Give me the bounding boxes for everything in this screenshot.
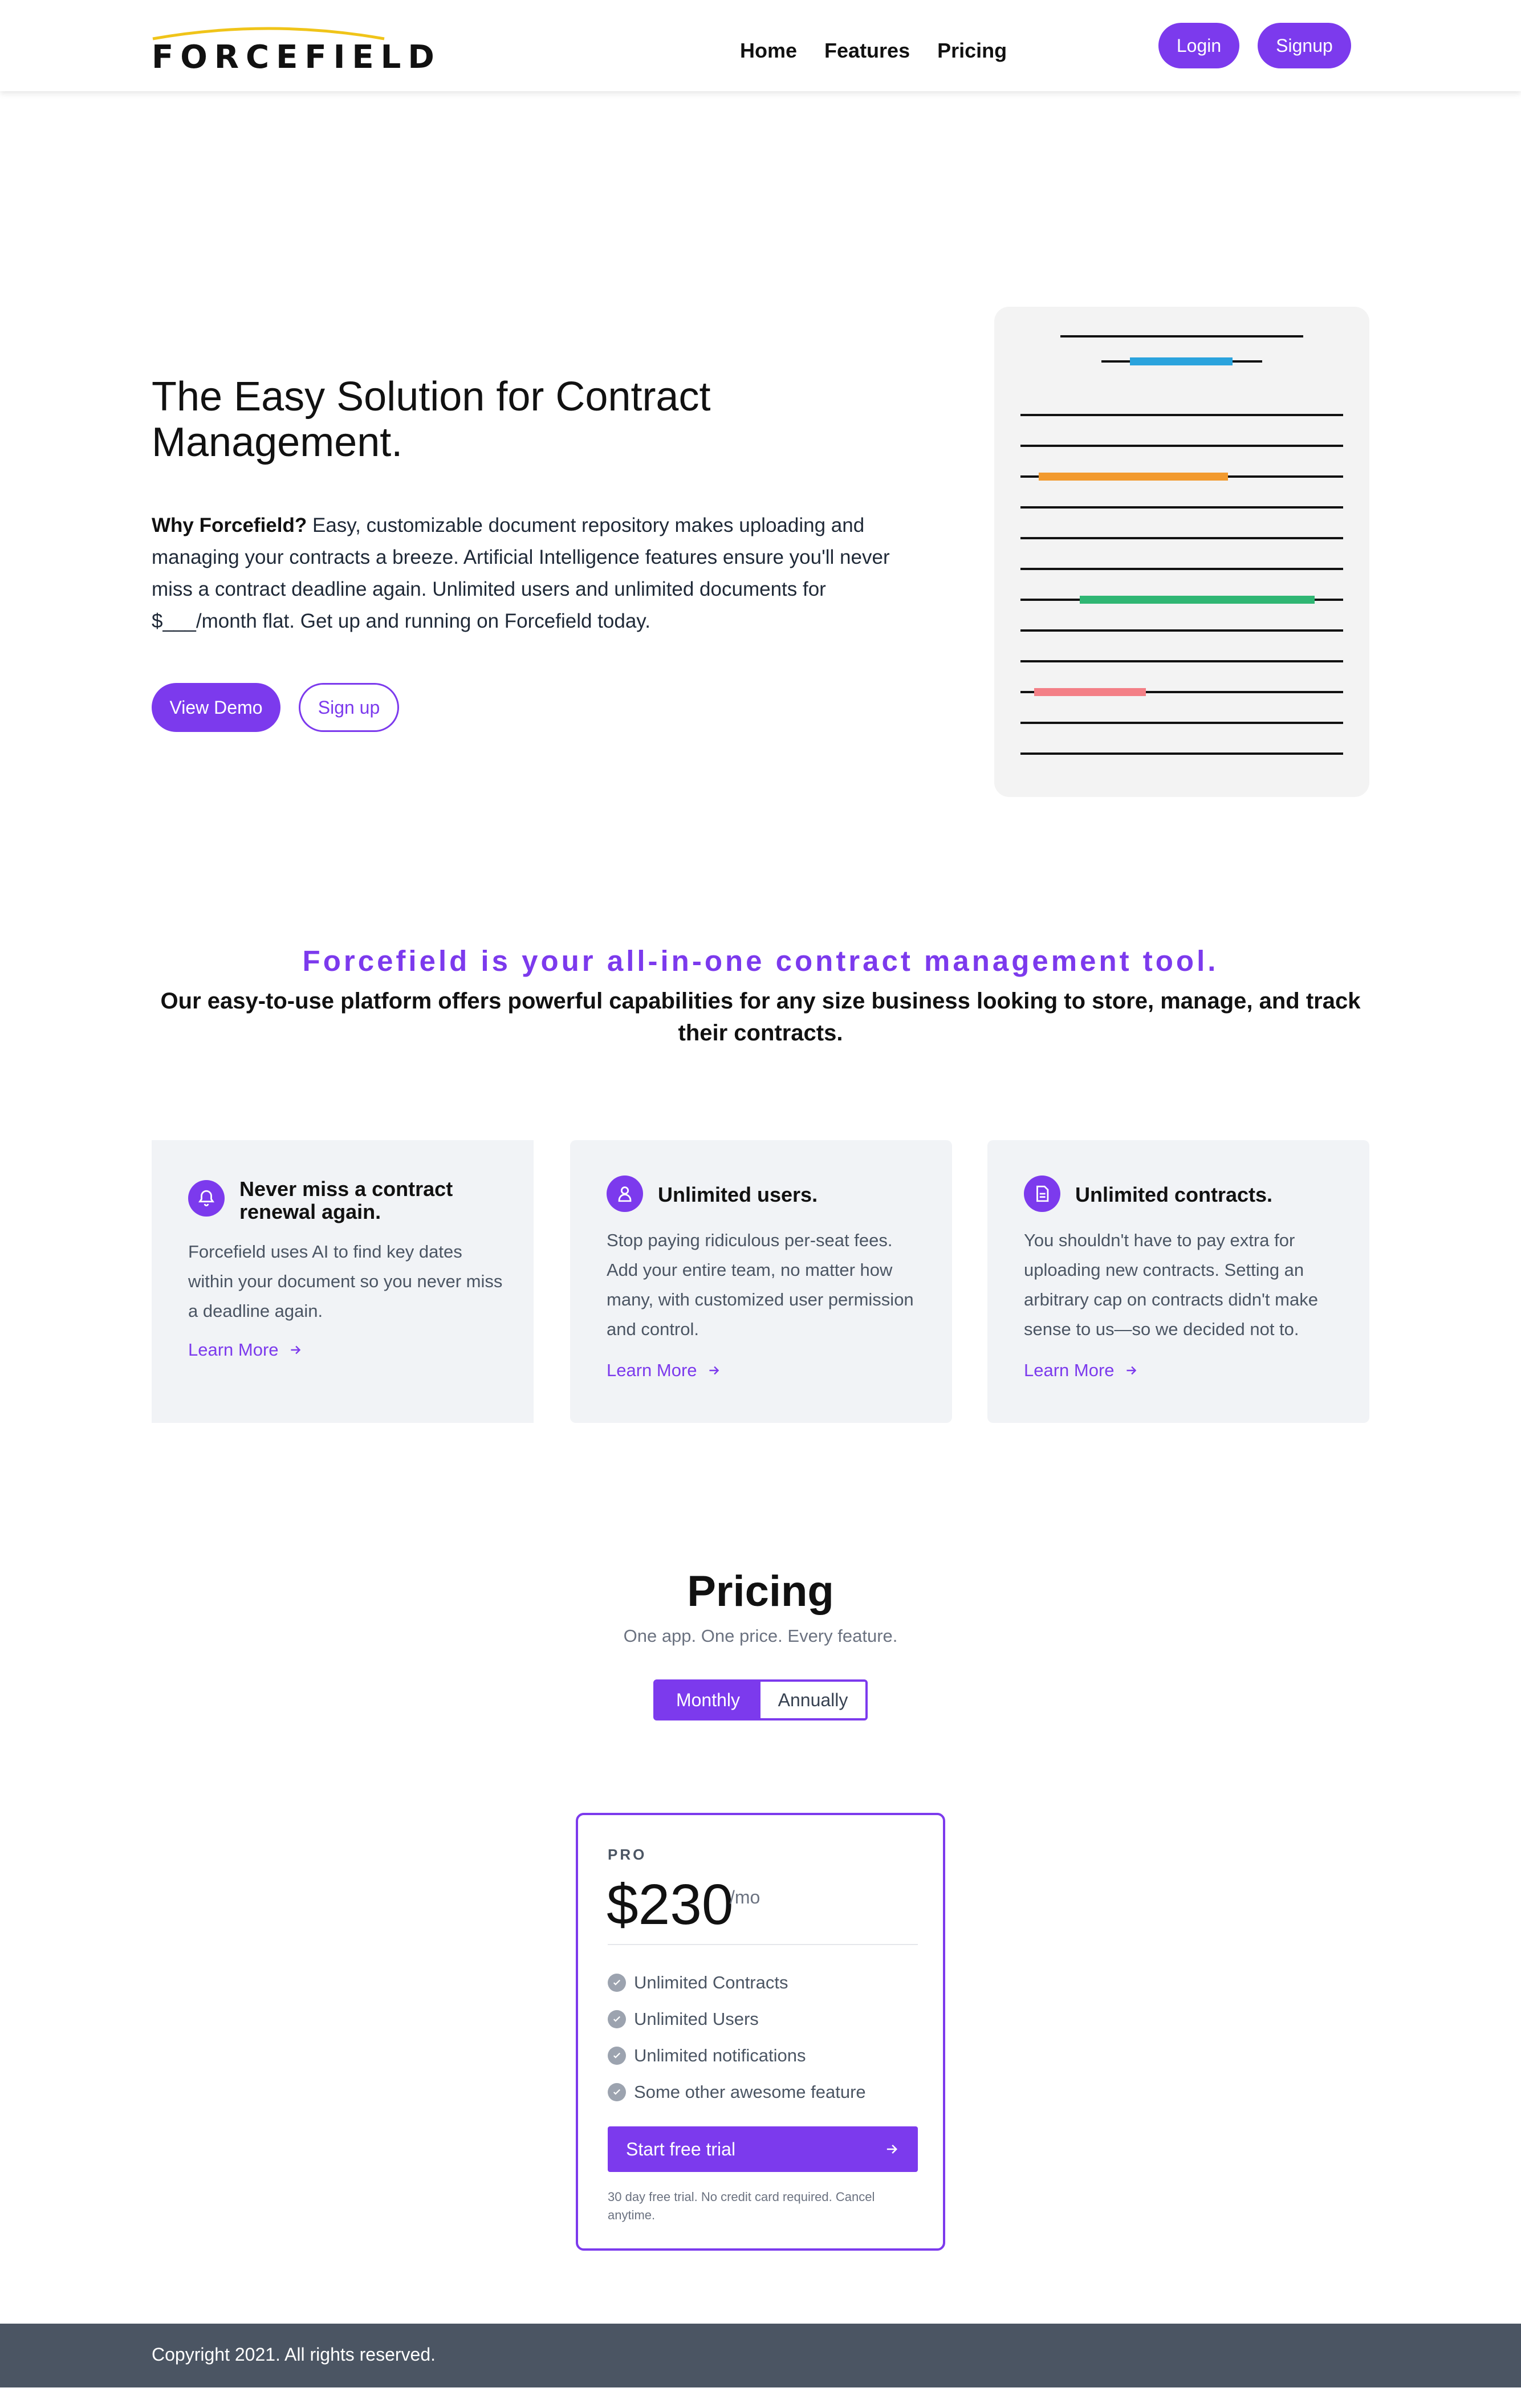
divider — [608, 1944, 918, 1945]
feature-title: Unlimited contracts. — [1075, 1183, 1273, 1206]
feature-text: Forcefield uses AI to find key dates wit… — [188, 1242, 503, 1321]
feature-text: Stop paying ridiculous per-seat fees. Ad… — [607, 1230, 914, 1339]
footer: Copyright 2021. All rights reserved. — [0, 2324, 1521, 2387]
check-circle-icon — [608, 2010, 626, 2028]
arrow-right-icon — [290, 1345, 300, 1354]
document-lines-graphic — [1020, 335, 1343, 755]
plan-feature-item: Unlimited Contracts — [608, 1964, 866, 2001]
plan-feature-item: Unlimited Users — [608, 2001, 866, 2037]
plan-feature-label: Unlimited Users — [634, 2009, 759, 2029]
arrow-right-icon — [886, 2145, 897, 2154]
document-icon — [1024, 1175, 1060, 1212]
highlight-pink — [1034, 688, 1146, 696]
learn-more-label: Learn More — [188, 1340, 279, 1360]
nav-link-home[interactable]: Home — [740, 39, 797, 63]
hero-title: The Easy Solution for Contract Managemen… — [152, 374, 711, 465]
arrow-right-icon — [1126, 1366, 1136, 1375]
learn-more-label: Learn More — [607, 1360, 697, 1380]
copyright-text: Copyright 2021. All rights reserved. — [152, 2344, 436, 2365]
view-demo-button[interactable]: View Demo — [152, 683, 280, 732]
hero-description: Why Forcefield? Easy, customizable docum… — [152, 510, 927, 637]
toggle-annually[interactable]: Annually — [760, 1682, 865, 1718]
tagline-heading: Forcefield is your all-in-one contract m… — [302, 945, 1219, 977]
trial-note: 30 day free trial. No credit card requir… — [608, 2190, 875, 2222]
plan-price: $230 — [607, 1873, 734, 1937]
hero-signup-button[interactable]: Sign up — [299, 683, 399, 732]
highlight-blue — [1130, 357, 1233, 365]
check-circle-icon — [608, 1974, 626, 1992]
signup-button[interactable]: Signup — [1258, 23, 1351, 68]
toggle-monthly[interactable]: Monthly — [656, 1682, 760, 1718]
user-icon — [607, 1175, 643, 1212]
contract-document-illustration — [994, 307, 1369, 797]
start-free-trial-label: Start free trial — [626, 2138, 736, 2159]
highlight-green — [1080, 596, 1315, 604]
feature-card-contracts: Unlimited contracts. You shouldn't have … — [987, 1140, 1369, 1423]
hero-description-lead: Why Forcefield? — [152, 514, 307, 536]
bell-icon — [188, 1180, 225, 1217]
check-circle-icon — [608, 2047, 626, 2065]
feature-card-renewal: Never miss a contract renewal again. For… — [152, 1140, 534, 1423]
nav-link-features[interactable]: Features — [824, 39, 910, 63]
plan-feature-label: Unlimited notifications — [634, 2045, 806, 2065]
start-free-trial-button[interactable]: Start free trial — [608, 2126, 918, 2172]
nav-links: Home Features Pricing — [740, 39, 1007, 63]
arrow-right-icon — [709, 1366, 719, 1375]
learn-more-link[interactable]: Learn More — [1024, 1360, 1138, 1381]
feature-text: You shouldn't have to pay extra for uplo… — [1024, 1230, 1318, 1339]
top-navbar: FORCEFIELD Home Features Pricing Login S… — [0, 0, 1521, 91]
highlight-orange — [1039, 473, 1228, 481]
learn-more-link[interactable]: Learn More — [607, 1360, 721, 1381]
plan-price-unit: /mo — [730, 1887, 760, 1907]
feature-title: Never miss a contract renewal again. — [239, 1177, 453, 1223]
plan-feature-label: Unlimited Contracts — [634, 1972, 788, 1992]
plan-feature-label: Some other awesome feature — [634, 2082, 866, 2102]
nav-link-pricing[interactable]: Pricing — [937, 39, 1007, 63]
check-circle-icon — [608, 2083, 626, 2101]
plan-name: PRO — [608, 1846, 647, 1863]
plan-feature-item: Some other awesome feature — [608, 2074, 866, 2110]
learn-more-label: Learn More — [1024, 1360, 1115, 1380]
billing-period-toggle: Monthly Annually — [653, 1679, 868, 1720]
tagline-subheading: Our easy-to-use platform offers powerful… — [160, 989, 1361, 1046]
plan-feature-list: Unlimited Contracts Unlimited Users Unli… — [608, 1964, 866, 2110]
plan-feature-item: Unlimited notifications — [608, 2037, 866, 2074]
feature-card-users: Unlimited users. Stop paying ridiculous … — [570, 1140, 952, 1423]
forcefield-logo[interactable]: FORCEFIELD — [152, 22, 434, 76]
login-button[interactable]: Login — [1158, 23, 1239, 68]
logo-wordmark: FORCEFIELD — [152, 39, 441, 76]
pricing-card-pro: PRO $230 /mo Unlimited Contracts Unlimit… — [576, 1813, 945, 2251]
learn-more-link[interactable]: Learn More — [188, 1340, 303, 1360]
feature-title: Unlimited users. — [658, 1183, 818, 1206]
pricing-subtitle: One app. One price. Every feature. — [623, 1626, 898, 1646]
pricing-title: Pricing — [687, 1567, 834, 1616]
